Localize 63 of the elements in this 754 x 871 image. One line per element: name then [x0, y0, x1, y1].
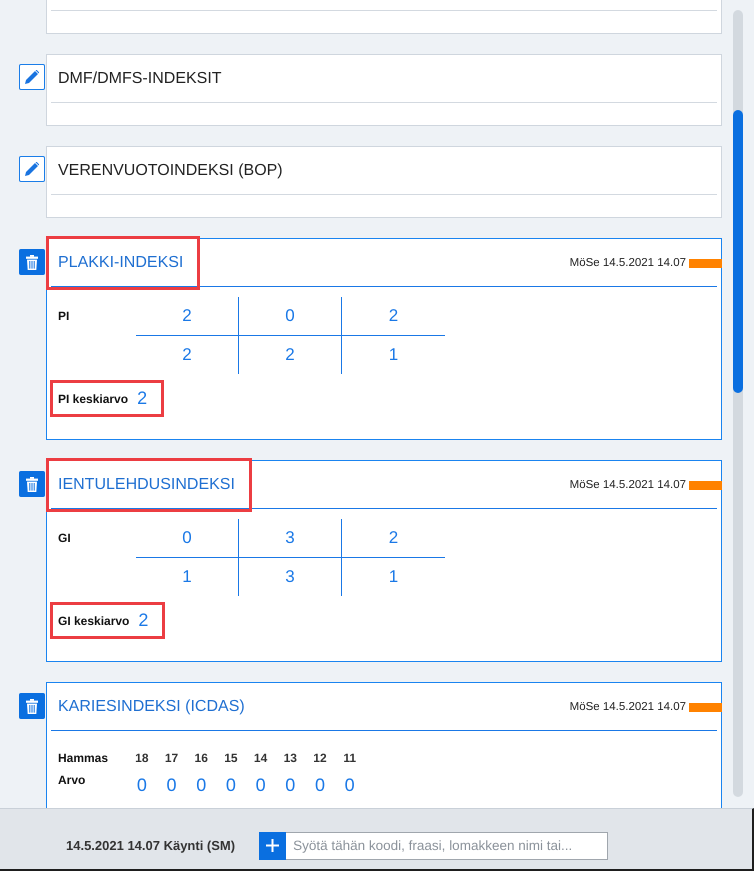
table-cell-text: 1: [388, 344, 400, 366]
timestamp: MöSe 14.5.2021 14.07: [570, 700, 686, 712]
tooth-value: 0: [166, 774, 178, 796]
tooth-number: 16: [194, 750, 209, 766]
table-cell: 0: [239, 297, 342, 336]
tooth-number: 17: [164, 750, 180, 766]
section-title: PLAKKI-INDEKSI: [58, 252, 184, 272]
tooth-value: 0: [224, 774, 237, 796]
trash-icon: [26, 476, 38, 492]
row-label: Arvo: [58, 772, 86, 788]
table-cell: 0: [136, 519, 239, 558]
tooth-value: 0: [344, 774, 356, 796]
tooth-number: 11: [342, 750, 357, 766]
table-cell: 2: [239, 336, 342, 374]
average-value: 2: [138, 610, 148, 631]
section-title: VERENVUOTOINDEKSI (BOP): [58, 160, 283, 180]
tooth-value: 0: [314, 774, 326, 796]
status-marker: [689, 703, 722, 712]
section-title: KARIESINDEKSI (ICDAS): [58, 696, 245, 716]
row-label: Hammas: [58, 750, 110, 766]
section-title: DMF/DMFS-INDEKSIT: [58, 68, 222, 88]
table-cell: 3: [239, 558, 342, 596]
pencil-icon: [25, 70, 39, 84]
status-marker: [689, 481, 722, 490]
index-label: GI: [58, 530, 72, 547]
timestamp: MöSe 14.5.2021 14.07: [570, 478, 686, 490]
delete-button[interactable]: [19, 249, 45, 275]
table-cell: 3: [239, 519, 342, 558]
edit-button[interactable]: [19, 156, 45, 182]
tooth-number: 15: [223, 750, 239, 766]
table-cell: 2: [342, 297, 445, 336]
table-cell: 2: [136, 336, 239, 374]
delete-button[interactable]: [19, 471, 45, 497]
scrollbar-thumb[interactable]: [733, 110, 743, 393]
tooth-value: 0: [195, 774, 208, 796]
average-label: GI keskiarvo: [58, 614, 130, 628]
table-cell: 2: [342, 519, 445, 558]
tooth-number: 12: [312, 750, 328, 766]
status-marker: [689, 259, 722, 268]
pencil-icon: [25, 162, 39, 176]
plus-icon: [266, 839, 280, 852]
tooth-value: 0: [136, 774, 148, 796]
table-cell: 2: [136, 297, 239, 336]
tooth-value: 0: [284, 774, 296, 796]
section-title: IENTULEHDUSINDEKSI: [58, 474, 235, 494]
tooth-value: 0: [254, 774, 267, 796]
search-field[interactable]: Syötä tähän koodi, fraasi, lomakkeen nimi tai...: [286, 832, 608, 860]
tooth-number: 13: [282, 750, 298, 766]
table-cell: 1: [136, 558, 239, 596]
table-cell-text: 1: [388, 566, 400, 588]
tooth-number: 14: [252, 750, 268, 766]
average-value: 2: [137, 388, 148, 409]
delete-button[interactable]: [19, 693, 45, 719]
edit-button[interactable]: [19, 64, 45, 90]
trash-icon: [26, 254, 38, 270]
average-label: PI keskiarvo: [58, 392, 128, 406]
timestamp: MöSe 14.5.2021 14.07: [570, 256, 686, 268]
visit-label: 14.5.2021 14.07 Käynti (SM): [66, 838, 236, 853]
trash-icon: [26, 698, 38, 714]
index-label: PI: [58, 308, 70, 325]
add-button[interactable]: [259, 832, 286, 860]
scrollbar[interactable]: [733, 10, 743, 797]
tooth-number: 18: [134, 750, 150, 766]
